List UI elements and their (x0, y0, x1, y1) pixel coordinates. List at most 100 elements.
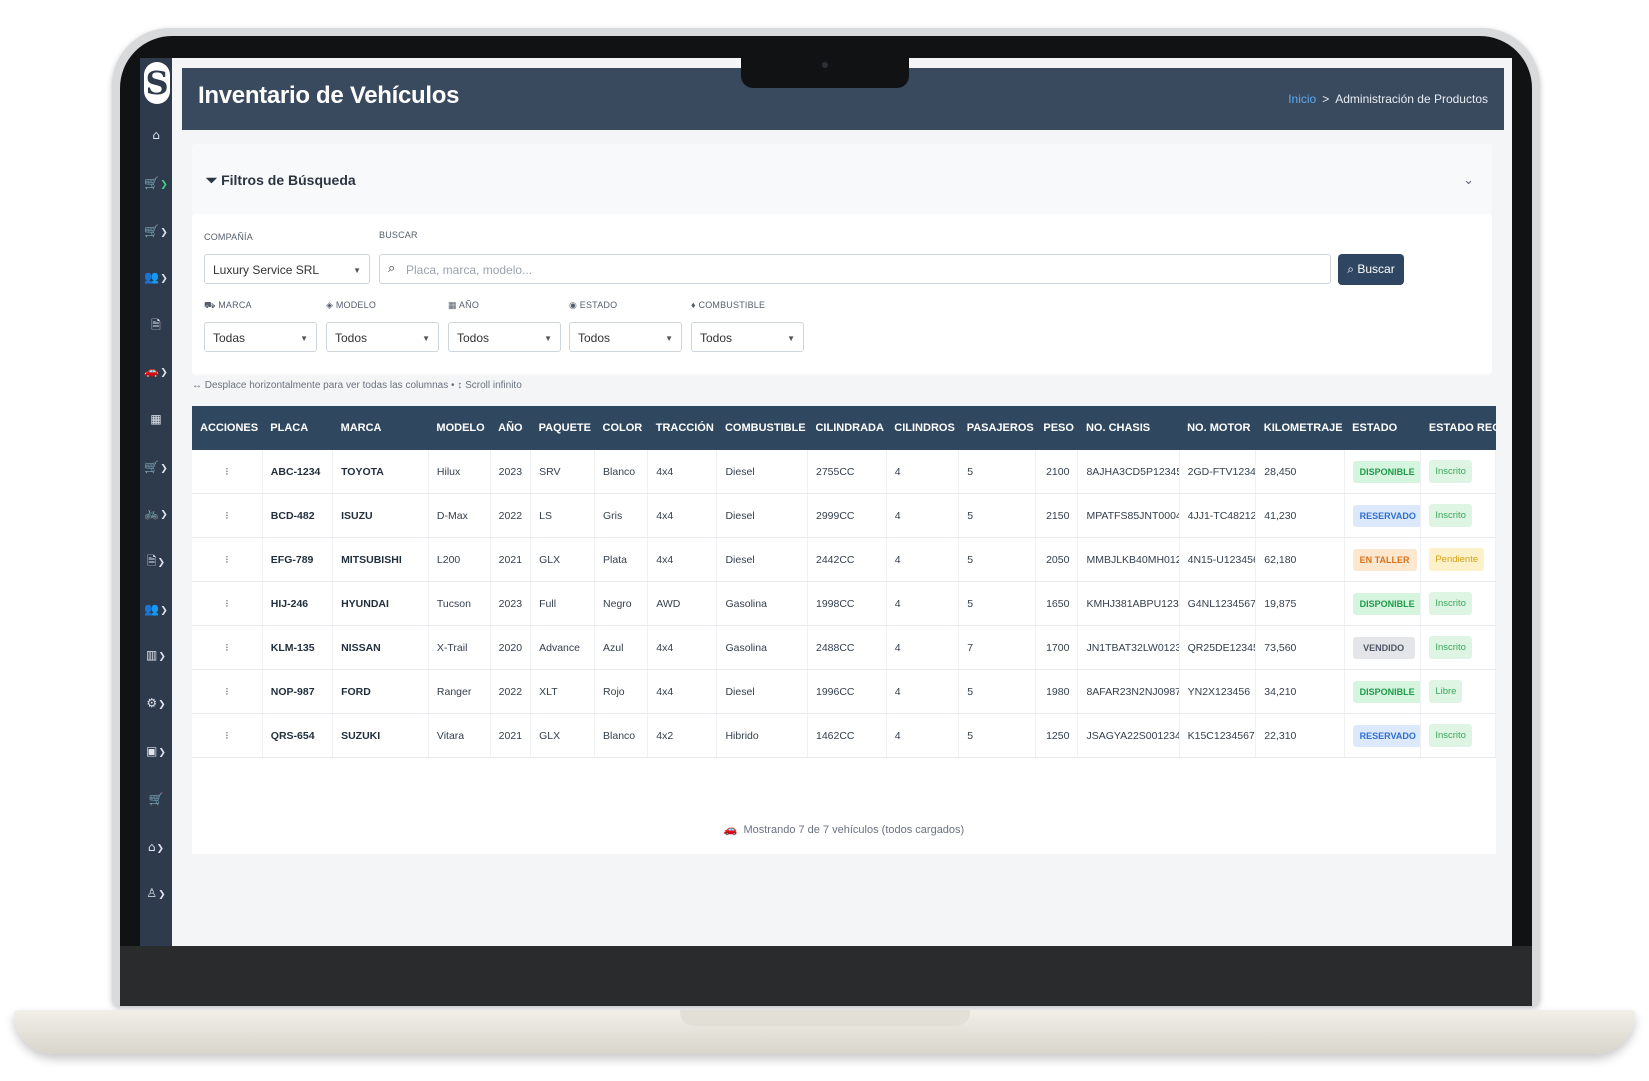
row-actions-menu[interactable]: ⁝ (192, 669, 263, 714)
sidebar-item-cart-2[interactable]: 🛒❯ (143, 222, 169, 240)
table-cell: 4x4 (647, 450, 718, 494)
row-actions-menu[interactable]: ⁝ (192, 581, 263, 626)
registration-badge: Pendiente (1429, 548, 1485, 571)
table-cell: 1700 (1035, 625, 1079, 670)
company-select[interactable]: Luxury Service SRL ▼ (204, 254, 370, 284)
table-cell: 19,875 (1255, 581, 1345, 626)
table-cell: LS (530, 493, 596, 538)
company-label: COMPAÑÍA (204, 232, 253, 242)
combustible-select[interactable]: Todos ▼ (691, 322, 804, 352)
column-header[interactable]: ESTADO REG. (1420, 406, 1496, 450)
sidebar-item-users-3[interactable]: 👥❯ (143, 268, 169, 286)
sidebar-item-cart-1[interactable]: 🛒❯ (143, 174, 169, 192)
table-row[interactable]: ⁝ ABC-1234 TOYOTA Hilux 2023 SRV Blanco 4x4 Dies… (192, 450, 1496, 494)
table-cell: HIJ-246 (262, 581, 334, 626)
table-cell: 1462CC (807, 713, 887, 758)
sidebar-item-gear-12[interactable]: ⚙❯ (143, 694, 169, 712)
sidebar-item-document-4[interactable]: 🗎 (143, 316, 169, 334)
column-header[interactable]: ACCIONES (192, 406, 263, 450)
column-header[interactable]: CILINDRADA (807, 406, 887, 450)
table-cell: Blanco (594, 713, 649, 758)
table-row[interactable]: ⁝ EFG-789 MITSUBISHI L200 2021 GLX Plata 4x4 Die… (192, 537, 1496, 582)
table-cell: YN2X123456 (1179, 669, 1257, 714)
filters-header[interactable]: ⏷ Filtros de Búsqueda (206, 172, 356, 189)
row-actions-menu[interactable]: ⁝ (192, 537, 263, 582)
table-cell: KMHJ381ABPU123456 (1077, 581, 1180, 626)
column-header[interactable]: KILOMETRAJE (1255, 406, 1345, 450)
table-cell: 5 (958, 713, 1036, 758)
search-button[interactable]: ⌕ Buscar (1338, 254, 1404, 285)
cart-icon: 🛒 (144, 224, 160, 238)
estado-select[interactable]: Todos ▼ (569, 322, 682, 352)
search-input[interactable] (404, 259, 1308, 281)
column-header[interactable]: TRACCIÓN (647, 406, 717, 450)
sidebar-item-cart-7[interactable]: 🛒❯ (143, 458, 169, 476)
modelo-select[interactable]: Todos ▼ (326, 322, 439, 352)
table-body: ⁝ ABC-1234 TOYOTA Hilux 2023 SRV Blanco 4x4 Dies… (192, 450, 1496, 758)
row-actions-menu[interactable]: ⁝ (192, 493, 263, 538)
table-cell: HYUNDAI (332, 581, 429, 626)
table-row[interactable]: ⁝ KLM-135 NISSAN X-Trail 2020 Advance Azul 4x4 G… (192, 625, 1496, 670)
column-header[interactable]: NO. MOTOR (1179, 406, 1256, 450)
table-cell: K15C1234567 (1179, 713, 1257, 758)
vehicles-table: ACCIONES PLACA MARCA MODELO AÑO PAQUETE COLOR T… (192, 406, 1496, 758)
app-logo[interactable]: S (144, 62, 170, 104)
chevron-down-icon[interactable]: ⌄ (1463, 172, 1474, 188)
column-header[interactable]: PASAJEROS (958, 406, 1036, 450)
sidebar-item-home-0[interactable]: ⌂ (143, 126, 169, 144)
table-cell: 5 (958, 581, 1036, 626)
column-header[interactable]: PLACA (262, 406, 333, 450)
sidebar-item-users-10[interactable]: 👥❯ (143, 600, 169, 618)
vehicles-table-container[interactable]: ACCIONES PLACA MARCA MODELO AÑO PAQUETE COLOR T… (192, 406, 1496, 806)
estado-select-value: Todos (578, 331, 611, 345)
sidebar: S ⌂ 🛒❯ 🛒❯ 👥❯ 🗎 🚗❯ ▦ 🛒❯ 🚲❯ 🗎❯ 👥❯ ▥❯ ⚙❯ ▣❯ 🛒 ⌂❯ ♙❯ (140, 58, 172, 946)
sidebar-item-car-5[interactable]: 🚗❯ (143, 362, 169, 380)
row-actions-menu[interactable]: ⁝ (192, 713, 263, 758)
table-cell: 41,230 (1255, 493, 1345, 538)
table-cell: Rojo (594, 669, 649, 714)
sidebar-item-chart-11[interactable]: ▥❯ (143, 646, 169, 664)
table-cell: 2021 (490, 713, 532, 758)
table-cell: NISSAN (332, 625, 429, 670)
column-header[interactable]: ESTADO (1344, 406, 1421, 450)
table-cell: 5 (958, 450, 1036, 494)
column-header[interactable]: PAQUETE (530, 406, 595, 450)
table-row[interactable]: ⁝ QRS-654 SUZUKI Vitara 2021 GLX Blanco 4x2 Hibr… (192, 713, 1496, 758)
sidebar-item-invoice-9[interactable]: 🗎❯ (143, 552, 169, 570)
table-row[interactable]: ⁝ BCD-482 ISUZU D-Max 2022 LS Gris 4x4 Diesel 299… (192, 493, 1496, 538)
row-actions-menu[interactable]: ⁝ (192, 625, 263, 670)
breadcrumb-home-link[interactable]: Inicio (1288, 92, 1316, 106)
column-header[interactable]: CILINDROS (886, 406, 959, 450)
row-actions-menu[interactable]: ⁝ (192, 450, 263, 494)
car-icon: ⛟ (204, 300, 219, 310)
sidebar-item-bicycle-8[interactable]: 🚲❯ (143, 504, 169, 522)
chevron-right-icon: ❯ (158, 890, 166, 900)
table-cell: 1996CC (807, 669, 887, 714)
column-header[interactable]: COMBUSTIBLE (716, 406, 808, 450)
column-header[interactable]: NO. CHASIS (1077, 406, 1180, 450)
filter-icon: ⏷ (206, 172, 222, 188)
laptop-base-lip (680, 1010, 970, 1026)
briefcase-icon: ▣ (146, 744, 158, 758)
column-header[interactable]: COLOR (594, 406, 648, 450)
column-header[interactable]: MODELO (428, 406, 491, 450)
table-cell: BCD-482 (262, 493, 334, 538)
tag-icon: ◈ (326, 300, 336, 310)
registration-badge: Inscrito (1429, 592, 1472, 615)
column-header[interactable]: AÑO (490, 406, 531, 450)
table-row[interactable]: ⁝ HIJ-246 HYUNDAI Tucson 2023 Full Negro AWD Gas… (192, 581, 1496, 626)
column-header[interactable]: PESO (1035, 406, 1078, 450)
sidebar-item-calendar-6[interactable]: ▦ (143, 410, 169, 428)
column-header[interactable]: MARCA (332, 406, 429, 450)
sidebar-item-bank-15[interactable]: ⌂❯ (143, 838, 169, 856)
anio-select[interactable]: Todos ▼ (448, 322, 561, 352)
search-field[interactable]: ⌕ (379, 254, 1331, 284)
marca-select[interactable]: Todas ▼ (204, 322, 317, 352)
table-cell: Diesel (716, 537, 808, 582)
table-cell: 1998CC (807, 581, 887, 626)
sidebar-item-user-16[interactable]: ♙❯ (143, 884, 169, 902)
sidebar-item-cart-14[interactable]: 🛒 (143, 790, 169, 808)
sidebar-item-briefcase-13[interactable]: ▣❯ (143, 742, 169, 760)
table-cell: JN1TBAT32LW012345 (1077, 625, 1180, 670)
table-row[interactable]: ⁝ NOP-987 FORD Ranger 2022 XLT Rojo 4x4 Diesel 19… (192, 669, 1496, 714)
